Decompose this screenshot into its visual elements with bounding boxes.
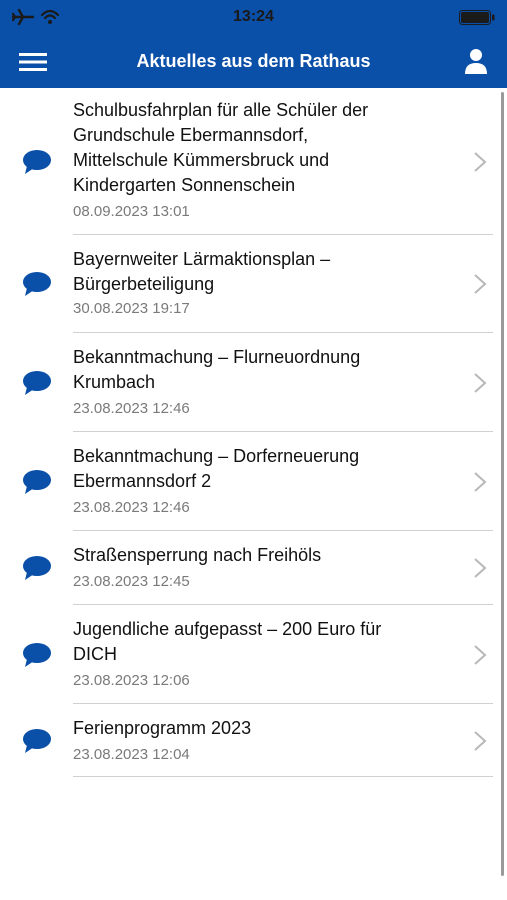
news-date: 08.09.2023 13:01 [73,203,190,220]
nav-bar: Aktuelles aus dem Rathaus [0,36,507,88]
news-date: 23.08.2023 12:04 [73,746,190,763]
scrollbar[interactable] [501,92,504,876]
news-item[interactable]: Schulbusfahrplan für alle Schüler der Gru… [0,88,507,235]
chevron-right-icon [474,644,487,665]
status-time: 13:24 [233,8,274,25]
news-item[interactable]: Bekanntmachung – Flurneuordnung Krumbach … [0,333,507,432]
chat-bubble-icon [23,469,51,494]
news-title: Bayernweiter Lärmaktionsplan – Bürgerbete… [73,249,331,294]
chat-bubble-icon [23,370,51,395]
chevron-right-icon [474,471,487,492]
news-date: 23.08.2023 12:46 [73,400,190,417]
chat-bubble-icon [23,556,51,580]
separator [73,776,493,777]
news-item[interactable]: Straßensperrung nach Freihöls 23.08.2023… [0,531,507,605]
news-title: Bekanntmachung – Flurneuordnung Krumbach [73,347,361,392]
status-bar: 13:24 [0,0,507,36]
chevron-right-icon [474,151,487,172]
news-date: 23.08.2023 12:45 [73,573,190,590]
news-item[interactable]: Jugendliche aufgepasst – 200 Euro für DIC… [0,605,507,704]
news-title: Bekanntmachung – Dorferneuerung Ebermanns… [73,446,360,491]
chevron-right-icon [474,558,487,578]
chevron-right-icon [474,372,487,393]
chevron-right-icon [474,730,487,751]
user-profile-icon[interactable] [461,46,491,76]
news-date: 23.08.2023 12:06 [73,672,190,689]
news-item[interactable]: Bekanntmachung – Dorferneuerung Ebermanns… [0,432,507,531]
chat-bubble-icon [23,272,51,296]
chat-bubble-icon [23,728,51,753]
chat-bubble-icon [23,642,51,667]
news-item[interactable]: Bayernweiter Lärmaktionsplan – Bürgerbete… [0,235,507,333]
news-date: 23.08.2023 12:46 [73,499,190,516]
app-header: 13:24 Aktuelles aus dem Rathaus [0,0,507,88]
news-date: 30.08.2023 19:17 [73,300,190,317]
news-title: Jugendliche aufgepasst – 200 Euro für DIC… [73,619,382,664]
news-title: Ferienprogramm 2023 [73,718,252,738]
page-title: Aktuelles aus dem Rathaus [136,51,371,71]
news-title: Schulbusfahrplan für alle Schüler der Gru… [73,100,369,195]
chevron-right-icon [474,274,487,294]
news-title: Straßensperrung nach Freihöls [73,545,322,565]
chat-bubble-icon [23,149,51,174]
news-item[interactable]: Ferienprogramm 2023 23.08.2023 12:04 [0,704,507,777]
battery-icon [459,10,495,25]
news-list: Schulbusfahrplan für alle Schüler der Gru… [0,88,507,777]
